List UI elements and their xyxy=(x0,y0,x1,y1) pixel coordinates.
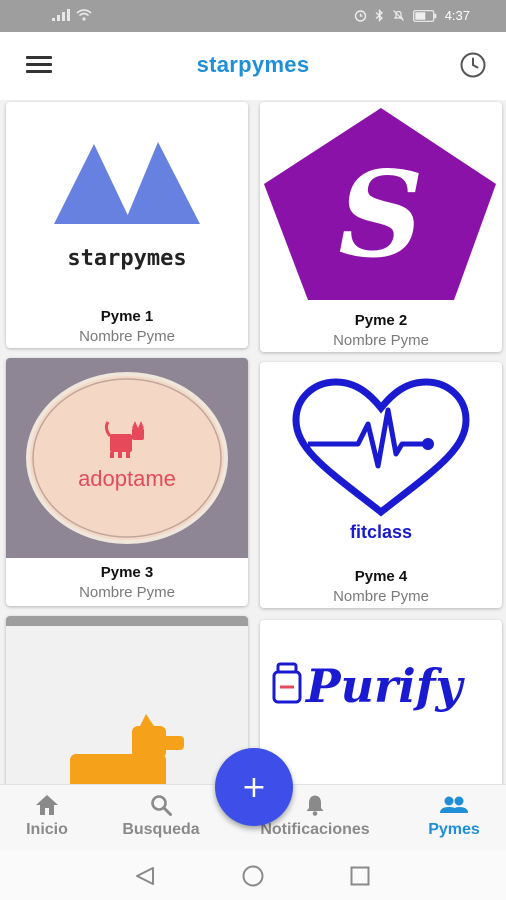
nav-label-inicio: Inicio xyxy=(26,821,68,838)
status-bar: 4:37 xyxy=(0,0,506,32)
pyme-card-6[interactable]: Purify xyxy=(260,620,502,784)
add-pyme-button[interactable]: + xyxy=(215,748,293,826)
adoptame-logo-text: adoptame xyxy=(78,466,176,491)
signal-icon xyxy=(52,9,70,21)
pymes-grid: starpymes Pyme 1 Nombre Pyme S Pyme 2 No… xyxy=(0,100,506,784)
pyme-card-4[interactable]: fitclass Pyme 4 Nombre Pyme xyxy=(260,362,502,608)
pyme-subtitle: Nombre Pyme xyxy=(333,332,429,349)
group-icon xyxy=(440,796,468,813)
s-pentagon-logo: S xyxy=(264,108,496,300)
app-screen: 4:37 starpymes starpymes Pyme 1 Nombre P… xyxy=(0,0,506,900)
alarm-icon xyxy=(354,10,366,22)
search-icon xyxy=(151,795,172,816)
jar-icon xyxy=(272,662,302,704)
app-title: starpymes xyxy=(196,52,310,77)
pyme-name: Pyme 4 xyxy=(354,568,408,585)
back-icon[interactable] xyxy=(134,866,156,886)
adoptame-logo: adoptame xyxy=(6,358,248,558)
home-circle-icon[interactable] xyxy=(242,865,264,887)
battery-icon xyxy=(412,9,436,22)
history-button[interactable] xyxy=(458,50,488,80)
signal-indicators xyxy=(52,9,92,21)
nav-item-pymes[interactable]: Pymes xyxy=(418,793,490,839)
pyme-subtitle: Nombre Pyme xyxy=(333,588,429,605)
pyme-subtitle: Nombre Pyme xyxy=(79,328,175,345)
mute-icon xyxy=(392,10,404,21)
s-logo-letter: S xyxy=(338,145,423,284)
nav-item-inicio[interactable]: Inicio xyxy=(18,793,76,839)
status-time: 4:37 xyxy=(444,8,470,23)
nav-label-pymes: Pymes xyxy=(428,821,480,838)
starpymes-logo: starpymes xyxy=(54,142,200,271)
pyme-name: Pyme 3 xyxy=(100,564,154,581)
app-bar: starpymes xyxy=(0,32,506,100)
bell-icon xyxy=(306,795,324,816)
starpymes-logo-text: starpymes xyxy=(67,246,186,271)
wifi-icon xyxy=(76,9,92,21)
nav-label-busqueda: Busqueda xyxy=(122,821,200,838)
nav-label-notificaciones: Notificaciones xyxy=(260,821,370,838)
fitclass-logo: fitclass xyxy=(292,378,470,542)
system-navigation-bar xyxy=(0,850,506,900)
clock-icon xyxy=(460,52,486,78)
pyme-card-3[interactable]: adoptame Pyme 3 Nombre Pyme xyxy=(6,358,248,606)
purify-logo-text: Purify xyxy=(304,659,466,713)
pyme-name: Pyme 2 xyxy=(354,312,408,329)
pyme-name: Pyme 1 xyxy=(100,308,154,325)
pyme-card-5[interactable] xyxy=(6,616,248,784)
pyme-subtitle: Nombre Pyme xyxy=(79,584,175,601)
fitclass-logo-text: fitclass xyxy=(350,522,412,542)
plus-icon: + xyxy=(241,769,267,805)
pyme-card-1[interactable]: starpymes Pyme 1 Nombre Pyme xyxy=(6,102,248,348)
status-right: 4:37 xyxy=(354,8,470,23)
bluetooth-icon xyxy=(375,9,383,22)
home-icon xyxy=(36,795,58,815)
dog-logo xyxy=(6,616,248,784)
purify-logo: Purify xyxy=(272,659,466,713)
recents-icon[interactable] xyxy=(350,866,370,886)
pyme-card-2[interactable]: S Pyme 2 Nombre Pyme xyxy=(260,102,502,352)
nav-item-busqueda[interactable]: Busqueda xyxy=(114,793,208,839)
